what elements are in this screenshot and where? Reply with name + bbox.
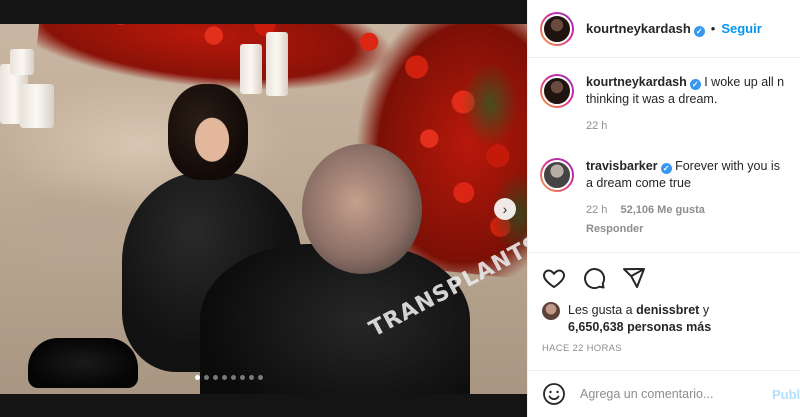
likes-summary: Les gusta a denissbret y 6,650,638 perso… — [542, 302, 711, 336]
carousel-dot — [222, 375, 227, 380]
heart-icon[interactable] — [542, 266, 566, 290]
comment-username[interactable]: travisbarker — [586, 159, 658, 173]
post-photo: TRANSPLANTS — [0, 24, 527, 394]
verified-icon: ✓ — [689, 79, 701, 90]
caption-username[interactable]: kourtneykardash — [586, 75, 687, 89]
carousel-dots — [195, 375, 263, 380]
avatar[interactable] — [540, 11, 574, 46]
avatar[interactable] — [540, 158, 574, 192]
caption-text-line1: I woke up all n — [704, 75, 785, 89]
candle — [266, 32, 288, 96]
woman-head — [168, 84, 248, 180]
comment-input[interactable] — [580, 387, 760, 401]
reply-button[interactable]: Responder — [586, 223, 643, 235]
caption-time[interactable]: 22 h — [586, 120, 607, 132]
post-header: kourtneykardash ✓ • Seguir — [528, 0, 800, 58]
comment-text-line2: a dream come true — [586, 176, 691, 190]
carousel-dot — [249, 375, 254, 380]
boots — [28, 338, 138, 388]
carousel-dot — [240, 375, 245, 380]
likes-prefix: Les gusta a — [568, 303, 633, 317]
comment-icon[interactable] — [582, 266, 606, 290]
add-comment-bar: Publ — [528, 370, 800, 417]
post-media: TRANSPLANTS › — [0, 0, 527, 417]
candle — [10, 49, 34, 75]
comment-time[interactable]: 22 h — [586, 204, 607, 216]
post-timestamp[interactable]: HACE 22 HORAS — [542, 343, 622, 354]
share-icon[interactable] — [622, 266, 646, 290]
carousel-dot — [213, 375, 218, 380]
avatar[interactable] — [542, 302, 560, 320]
header-username[interactable]: kourtneykardash ✓ — [586, 21, 705, 37]
publish-button[interactable]: Publ — [772, 387, 800, 402]
comment-likes[interactable]: 52,106 Me gusta — [620, 204, 704, 216]
carousel-dot — [258, 375, 263, 380]
post-actions — [528, 252, 800, 302]
avatar[interactable] — [540, 74, 574, 108]
follow-button[interactable]: Seguir — [721, 21, 761, 36]
likes-count[interactable]: 6,650,638 personas más — [568, 320, 711, 334]
candle — [20, 84, 54, 128]
separator-bullet: • — [710, 21, 716, 36]
carousel-dot — [204, 375, 209, 380]
likes-user[interactable]: denissbret — [636, 303, 699, 317]
username-text[interactable]: kourtneykardash — [586, 21, 691, 36]
verified-icon: ✓ — [660, 163, 672, 174]
comment-text-line1: Forever with you is — [675, 159, 780, 173]
man-head — [302, 144, 422, 274]
caption-text-line2: thinking it was a dream. — [586, 92, 718, 106]
chevron-right-icon[interactable]: › — [494, 198, 516, 220]
candle — [240, 44, 262, 94]
carousel-dot — [195, 375, 200, 380]
post-sidebar: kourtneykardash ✓ • Seguir kourtneykardas… — [527, 0, 800, 417]
verified-icon: ✓ — [693, 25, 705, 37]
comment: travisbarker ✓ Forever with you is a drea… — [540, 158, 800, 238]
caption: kourtneykardash ✓ I woke up all n thinkin… — [540, 74, 800, 135]
likes-joiner: y — [702, 303, 710, 317]
carousel-dot — [231, 375, 236, 380]
emoji-icon[interactable] — [542, 382, 566, 406]
